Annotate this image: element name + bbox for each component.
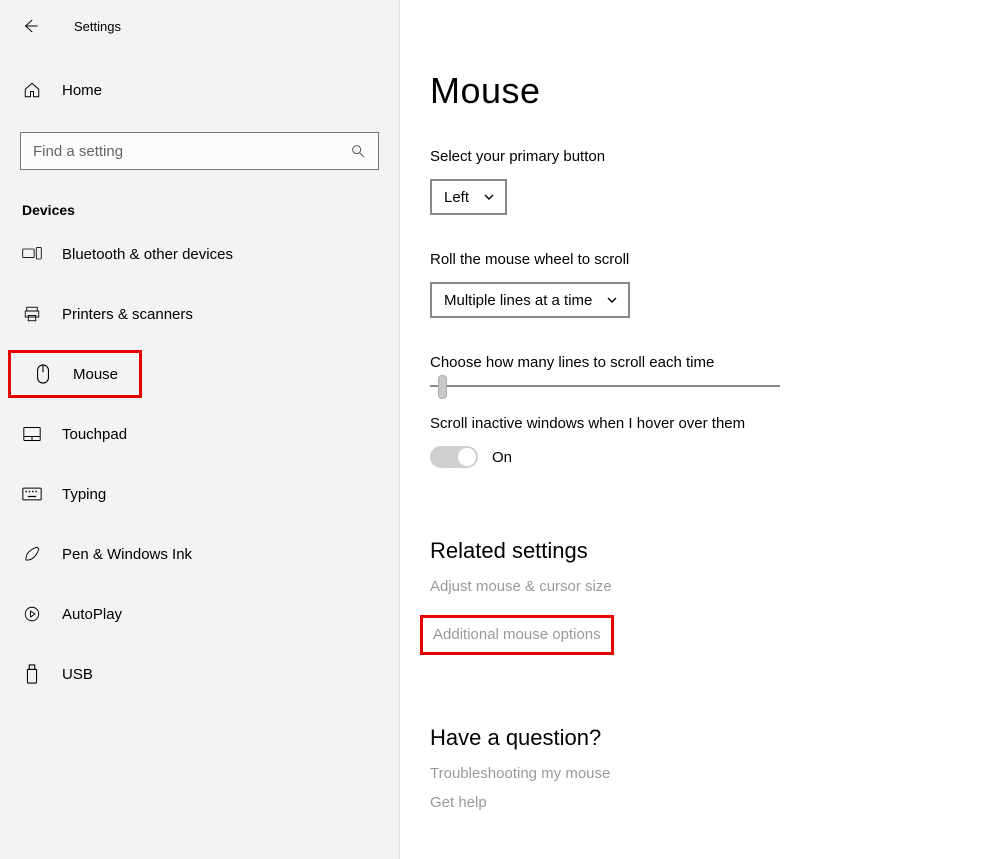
pen-icon bbox=[22, 544, 42, 564]
sidebar-item-autoplay[interactable]: AutoPlay bbox=[0, 590, 399, 638]
sidebar-item-mouse[interactable]: Mouse bbox=[8, 350, 142, 398]
search-box[interactable] bbox=[20, 132, 379, 170]
inactive-state: On bbox=[492, 449, 512, 466]
sidebar-item-label: Pen & Windows Ink bbox=[62, 546, 192, 563]
mouse-icon bbox=[33, 364, 53, 384]
page-title: Mouse bbox=[430, 70, 953, 112]
window-title: Settings bbox=[74, 19, 121, 34]
sidebar-item-pen[interactable]: Pen & Windows Ink bbox=[0, 530, 399, 578]
primary-button-value: Left bbox=[444, 189, 469, 206]
content-pane: Mouse Select your primary button Left Ro… bbox=[400, 0, 993, 859]
printer-icon bbox=[22, 304, 42, 324]
toggle-knob bbox=[458, 448, 476, 466]
section-header: Devices bbox=[22, 202, 399, 218]
sidebar-item-usb[interactable]: USB bbox=[0, 650, 399, 698]
lines-label: Choose how many lines to scroll each tim… bbox=[430, 354, 953, 371]
home-icon bbox=[22, 81, 42, 99]
link-additional-mouse-options[interactable]: Additional mouse options bbox=[433, 626, 601, 643]
chevron-down-icon bbox=[606, 294, 618, 306]
sidebar-item-label: Touchpad bbox=[62, 426, 127, 443]
home-label: Home bbox=[62, 82, 102, 99]
back-button[interactable] bbox=[14, 10, 46, 42]
sidebar-item-label: Printers & scanners bbox=[62, 306, 193, 323]
question-heading: Have a question? bbox=[430, 725, 953, 751]
inactive-label: Scroll inactive windows when I hover ove… bbox=[430, 415, 953, 432]
related-heading: Related settings bbox=[430, 538, 953, 564]
lines-slider[interactable] bbox=[430, 385, 780, 387]
sidebar-item-label: Mouse bbox=[73, 366, 118, 383]
link-adjust-mouse-cursor[interactable]: Adjust mouse & cursor size bbox=[430, 578, 612, 595]
sidebar-item-label: USB bbox=[62, 666, 93, 683]
home-nav[interactable]: Home bbox=[0, 70, 399, 110]
link-get-help[interactable]: Get help bbox=[430, 794, 487, 811]
search-icon bbox=[350, 143, 366, 159]
touchpad-icon bbox=[22, 424, 42, 444]
sidebar-item-label: Typing bbox=[62, 486, 106, 503]
autoplay-icon bbox=[22, 604, 42, 624]
wheel-dropdown[interactable]: Multiple lines at a time bbox=[430, 282, 630, 318]
devices-icon bbox=[22, 244, 42, 264]
inactive-toggle[interactable] bbox=[430, 446, 478, 468]
highlight-box: Additional mouse options bbox=[420, 615, 614, 655]
sidebar-item-touchpad[interactable]: Touchpad bbox=[0, 410, 399, 458]
wheel-value: Multiple lines at a time bbox=[444, 292, 592, 309]
sidebar-item-label: AutoPlay bbox=[62, 606, 122, 623]
sidebar: Settings Home Devices Bluetooth & other … bbox=[0, 0, 400, 859]
sidebar-item-printers[interactable]: Printers & scanners bbox=[0, 290, 399, 338]
usb-icon bbox=[22, 664, 42, 684]
primary-button-dropdown[interactable]: Left bbox=[430, 179, 507, 215]
sidebar-item-bluetooth[interactable]: Bluetooth & other devices bbox=[0, 230, 399, 278]
sidebar-item-label: Bluetooth & other devices bbox=[62, 246, 233, 263]
search-input[interactable] bbox=[33, 143, 350, 160]
link-troubleshoot-mouse[interactable]: Troubleshooting my mouse bbox=[430, 765, 610, 782]
slider-thumb[interactable] bbox=[438, 375, 447, 399]
keyboard-icon bbox=[22, 484, 42, 504]
sidebar-item-typing[interactable]: Typing bbox=[0, 470, 399, 518]
chevron-down-icon bbox=[483, 191, 495, 203]
wheel-label: Roll the mouse wheel to scroll bbox=[430, 251, 953, 268]
primary-button-label: Select your primary button bbox=[430, 148, 953, 165]
arrow-left-icon bbox=[21, 17, 39, 35]
